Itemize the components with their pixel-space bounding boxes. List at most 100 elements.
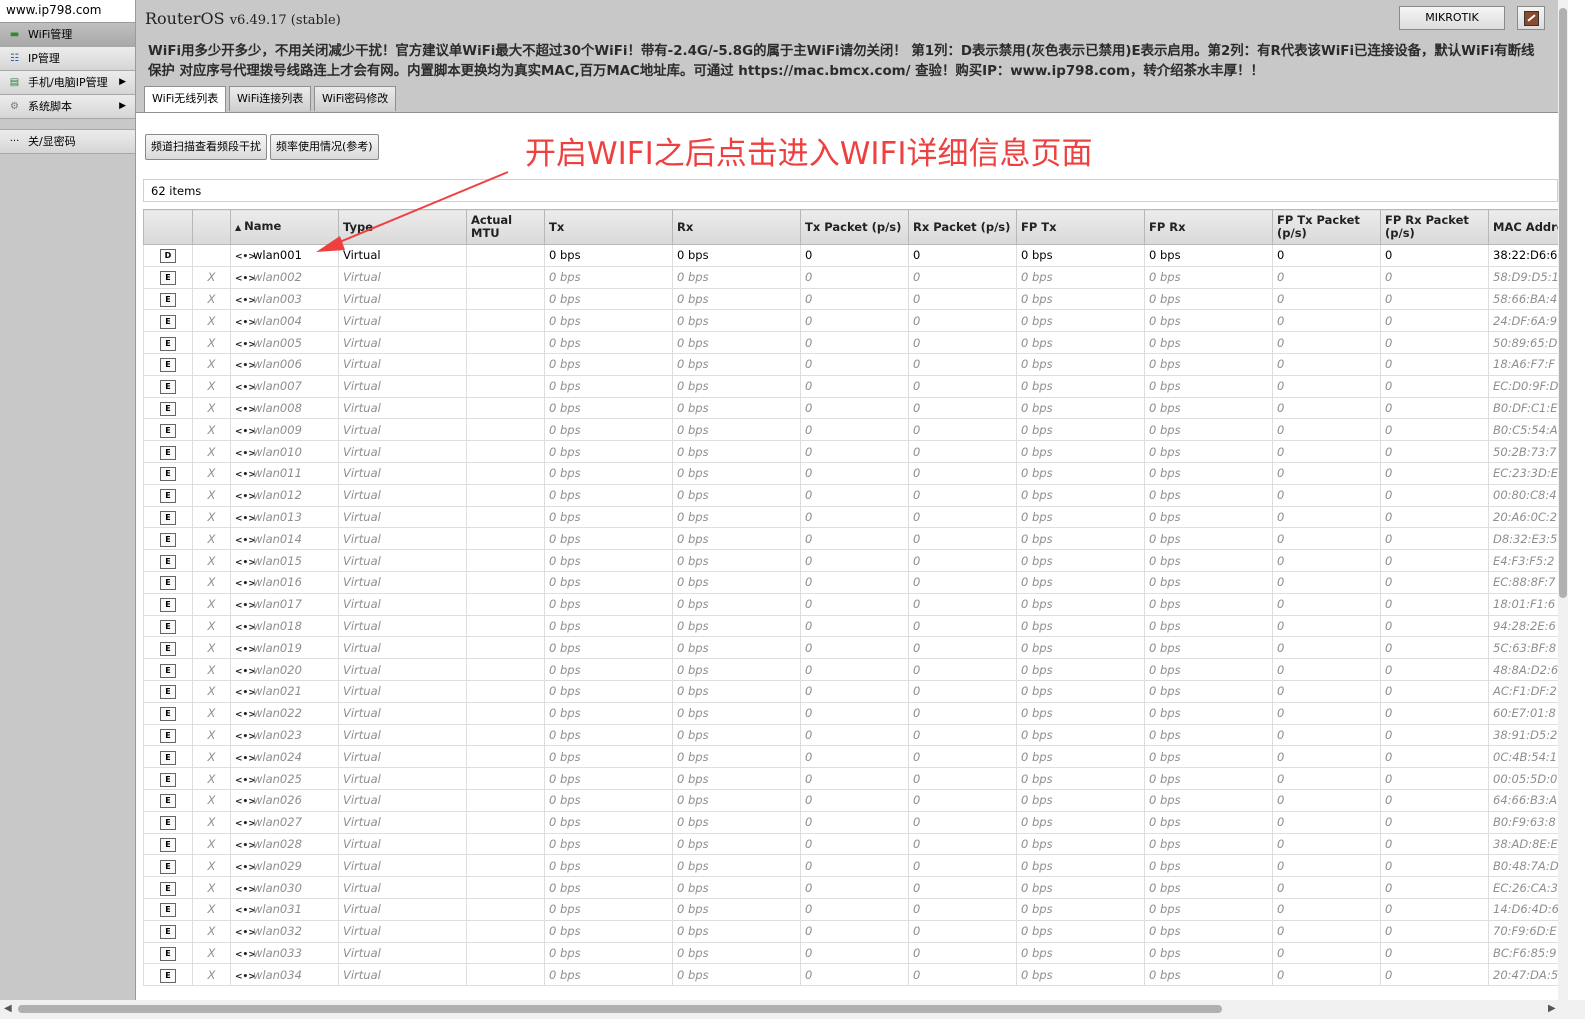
flag-badge[interactable]: E — [160, 445, 176, 460]
col-header-mac[interactable]: MAC Address — [1488, 209, 1558, 245]
flag-cell[interactable]: E — [143, 266, 193, 289]
flag-badge[interactable]: E — [160, 946, 176, 961]
flag-cell[interactable]: E — [143, 527, 193, 551]
flag-badge[interactable]: D — [160, 249, 176, 264]
col-header-status[interactable] — [192, 209, 231, 245]
col-header-tx-packet[interactable]: Tx Packet (p/s) — [800, 209, 909, 245]
flag-cell[interactable]: E — [143, 920, 193, 943]
name-cell[interactable]: <•>wlan005 — [230, 331, 339, 354]
col-header-flag[interactable] — [143, 209, 193, 245]
table-row[interactable]: E X <•>wlan013 Virtual 0 bps 0 bps 0 0 0 bps 0 bp… — [143, 506, 1558, 529]
flag-cell[interactable]: E — [143, 942, 193, 965]
scroll-right-icon[interactable]: ▶ — [1548, 1003, 1556, 1014]
table-row[interactable]: E X <•>wlan032 Virtual 0 bps 0 bps 0 0 0 bps 0 bp… — [143, 920, 1558, 943]
flag-cell[interactable]: E — [143, 375, 193, 398]
table-row[interactable]: E X <•>wlan019 Virtual 0 bps 0 bps 0 0 0 bps 0 bp… — [143, 636, 1558, 660]
flag-badge[interactable]: E — [160, 685, 176, 700]
name-cell[interactable]: <•>wlan029 — [230, 854, 339, 878]
flag-cell[interactable]: E — [143, 636, 193, 660]
flag-badge[interactable]: E — [160, 794, 176, 809]
flag-cell[interactable]: E — [143, 462, 193, 485]
name-cell[interactable]: <•>wlan032 — [230, 920, 339, 943]
sidebar-item-wifi[interactable]: ▬ WiFi管理 — [0, 23, 135, 47]
col-header-fp-rx-packet[interactable]: FP Rx Packet (p/s) — [1380, 209, 1489, 245]
table-row[interactable]: E X <•>wlan028 Virtual 0 bps 0 bps 0 0 0 bps 0 bp… — [143, 833, 1558, 856]
flag-badge[interactable]: E — [160, 968, 176, 983]
flag-badge[interactable]: E — [160, 292, 176, 307]
flag-cell[interactable]: E — [143, 876, 193, 899]
flag-badge[interactable]: E — [160, 532, 176, 547]
table-row[interactable]: E X <•>wlan020 Virtual 0 bps 0 bps 0 0 0 bps 0 bp… — [143, 658, 1558, 681]
flag-cell[interactable]: E — [143, 680, 193, 703]
name-cell[interactable]: <•>wlan020 — [230, 658, 339, 681]
flag-badge[interactable]: E — [160, 358, 176, 373]
flag-badge[interactable]: E — [160, 401, 176, 416]
table-row[interactable]: E X <•>wlan027 Virtual 0 bps 0 bps 0 0 0 bps 0 bp… — [143, 811, 1558, 834]
name-cell[interactable]: <•>wlan027 — [230, 811, 339, 834]
flag-badge[interactable]: E — [160, 837, 176, 852]
flag-cell[interactable]: E — [143, 288, 193, 311]
table-row[interactable]: E X <•>wlan003 Virtual 0 bps 0 bps 0 0 0 bps 0 bp… — [143, 288, 1558, 311]
flag-cell[interactable]: E — [143, 767, 193, 790]
name-cell[interactable]: <•>wlan024 — [230, 745, 339, 769]
name-cell[interactable]: <•>wlan030 — [230, 876, 339, 899]
name-cell[interactable]: <•>wlan008 — [230, 397, 339, 420]
flag-cell[interactable]: E — [143, 309, 193, 333]
table-row[interactable]: E X <•>wlan034 Virtual 0 bps 0 bps 0 0 0 bps 0 bp… — [143, 963, 1558, 987]
horizontal-scrollbar[interactable]: ◀ ▶ — [0, 1000, 1585, 1019]
flag-badge[interactable]: E — [160, 271, 176, 286]
table-row[interactable]: E X <•>wlan018 Virtual 0 bps 0 bps 0 0 0 bps 0 bp… — [143, 615, 1558, 638]
table-row[interactable]: E X <•>wlan029 Virtual 0 bps 0 bps 0 0 0 bps 0 bp… — [143, 854, 1558, 878]
name-cell[interactable]: <•>wlan004 — [230, 309, 339, 333]
vertical-scrollbar[interactable] — [1558, 0, 1568, 1000]
flag-cell[interactable]: E — [143, 353, 193, 376]
flag-cell[interactable]: E — [143, 418, 193, 442]
sidebar-item-password[interactable]: ··· 关/显密码 — [0, 130, 135, 154]
name-cell[interactable]: <•>wlan011 — [230, 462, 339, 485]
table-row[interactable]: E X <•>wlan012 Virtual 0 bps 0 bps 0 0 0 bps 0 bp… — [143, 484, 1558, 507]
flag-badge[interactable]: E — [160, 772, 176, 787]
col-header-rx-packet[interactable]: Rx Packet (p/s) — [908, 209, 1017, 245]
flag-badge[interactable]: E — [160, 728, 176, 743]
flag-cell[interactable]: E — [143, 854, 193, 878]
name-cell[interactable]: <•>wlan013 — [230, 506, 339, 529]
tab-wifi-list[interactable]: WiFi无线列表 — [144, 86, 227, 113]
table-row[interactable]: E X <•>wlan006 Virtual 0 bps 0 bps 0 0 0 bps 0 bp… — [143, 353, 1558, 376]
name-cell[interactable]: <•>wlan001 — [230, 244, 339, 267]
table-row[interactable]: E X <•>wlan021 Virtual 0 bps 0 bps 0 0 0 bps 0 bp… — [143, 680, 1558, 703]
table-row[interactable]: E X <•>wlan025 Virtual 0 bps 0 bps 0 0 0 bps 0 bp… — [143, 767, 1558, 790]
sidebar-item-scripts[interactable]: ⚙ 系统脚本 ▶ — [0, 95, 135, 119]
name-cell[interactable]: <•>wlan007 — [230, 375, 339, 398]
flag-badge[interactable]: E — [160, 489, 176, 504]
flag-badge[interactable]: E — [160, 314, 176, 329]
flag-badge[interactable]: E — [160, 554, 176, 569]
table-row[interactable]: E X <•>wlan014 Virtual 0 bps 0 bps 0 0 0 bps 0 bp… — [143, 527, 1558, 551]
col-header-mtu[interactable]: Actual MTU — [466, 209, 545, 245]
name-cell[interactable]: <•>wlan021 — [230, 680, 339, 703]
flag-cell[interactable]: E — [143, 484, 193, 507]
flag-cell[interactable]: E — [143, 963, 193, 987]
sidebar-item-device-ip[interactable]: ▤ 手机/电脑IP管理 ▶ — [0, 71, 135, 95]
name-cell[interactable]: <•>wlan031 — [230, 898, 339, 921]
table-row[interactable]: E X <•>wlan017 Virtual 0 bps 0 bps 0 0 0 bps 0 bp… — [143, 593, 1558, 616]
table-row[interactable]: E X <•>wlan033 Virtual 0 bps 0 bps 0 0 0 bps 0 bp… — [143, 942, 1558, 965]
flag-cell[interactable]: E — [143, 593, 193, 616]
flag-cell[interactable]: E — [143, 397, 193, 420]
name-cell[interactable]: <•>wlan033 — [230, 942, 339, 965]
flag-badge[interactable]: E — [160, 619, 176, 634]
table-row[interactable]: E X <•>wlan002 Virtual 0 bps 0 bps 0 0 0 bps 0 bp… — [143, 266, 1558, 289]
name-cell[interactable]: <•>wlan002 — [230, 266, 339, 289]
flag-cell[interactable]: E — [143, 833, 193, 856]
scroll-left-icon[interactable]: ◀ — [4, 1003, 12, 1014]
flag-cell[interactable]: E — [143, 898, 193, 921]
flag-badge[interactable]: E — [160, 576, 176, 591]
table-row[interactable]: E X <•>wlan016 Virtual 0 bps 0 bps 0 0 0 bps 0 bp… — [143, 571, 1558, 594]
name-cell[interactable]: <•>wlan019 — [230, 636, 339, 660]
table-row[interactable]: E X <•>wlan011 Virtual 0 bps 0 bps 0 0 0 bps 0 bp… — [143, 462, 1558, 485]
table-row[interactable]: E X <•>wlan015 Virtual 0 bps 0 bps 0 0 0 bps 0 bp… — [143, 549, 1558, 572]
identity-button[interactable]: MIKROTIK — [1399, 6, 1505, 30]
name-cell[interactable]: <•>wlan014 — [230, 527, 339, 551]
flag-badge[interactable]: E — [160, 380, 176, 395]
name-cell[interactable]: <•>wlan012 — [230, 484, 339, 507]
flag-cell[interactable]: E — [143, 615, 193, 638]
